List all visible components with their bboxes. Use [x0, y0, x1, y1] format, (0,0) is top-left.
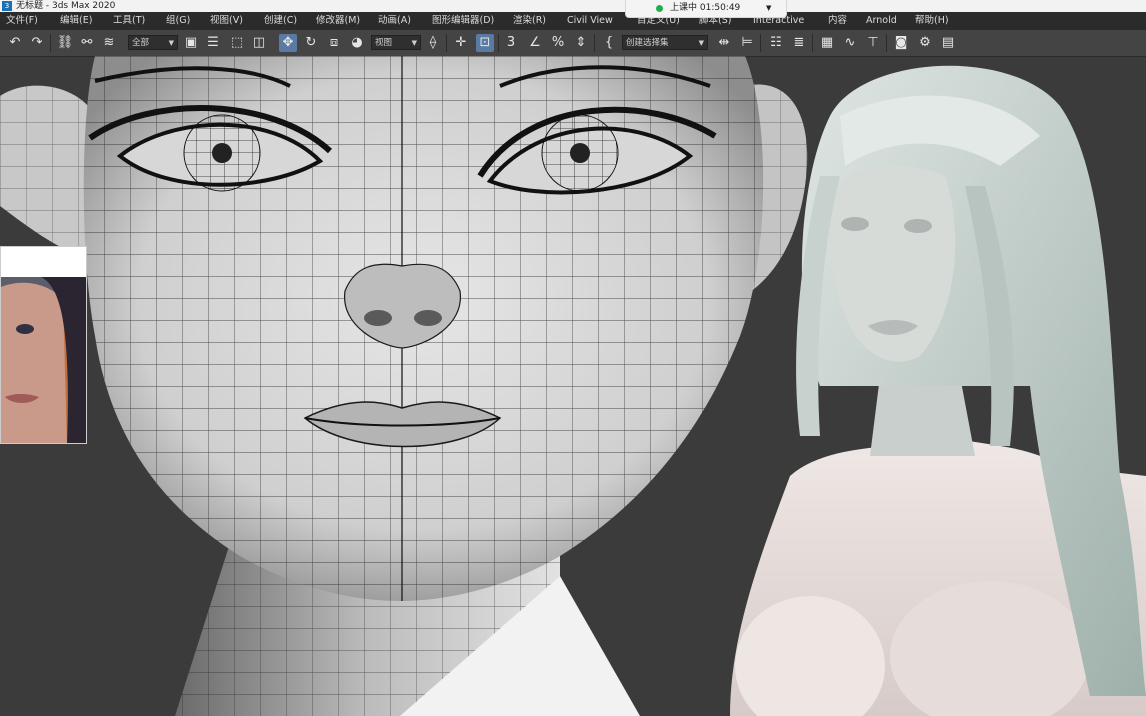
keyboard-shortcut-toggle-icon[interactable]: ⊡: [476, 34, 494, 52]
render-setup-icon[interactable]: ⚙: [916, 34, 934, 52]
reference-coordinate-value: 视图: [375, 38, 393, 48]
reference-portrait: [1, 247, 86, 443]
recording-dot-icon: [656, 5, 663, 12]
reference-image-overlay: [0, 246, 87, 444]
chevron-down-icon: ▼: [698, 39, 704, 47]
unlink-icon[interactable]: ⚯: [78, 34, 96, 52]
align-icon[interactable]: ⊨: [738, 34, 756, 52]
schematic-view-icon[interactable]: ⊤: [864, 34, 882, 52]
select-manipulate-icon[interactable]: ✛: [452, 34, 470, 52]
menu-help[interactable]: 帮助(H): [915, 12, 949, 30]
select-move-icon[interactable]: ✥: [279, 34, 297, 52]
material-editor-icon[interactable]: ◙: [892, 34, 910, 52]
select-rotate-icon[interactable]: ↻: [302, 34, 320, 52]
menu-group[interactable]: 组(G): [166, 12, 190, 30]
menu-create[interactable]: 创建(C): [264, 12, 297, 30]
link-icon[interactable]: ⛓: [56, 34, 74, 52]
menu-arnold[interactable]: Arnold: [866, 12, 897, 30]
curve-editor-icon[interactable]: ∿: [841, 34, 859, 52]
named-selection-set-value: 创建选择集: [626, 38, 669, 48]
select-by-name-icon[interactable]: ☰: [204, 34, 222, 52]
toolbar-separator: [50, 34, 51, 52]
snaps-toggle-icon[interactable]: 3: [502, 34, 520, 52]
angle-snap-icon[interactable]: ∠: [526, 34, 544, 52]
window-title-bar: 3 无标题 - 3ds Max 2020: [0, 0, 1146, 12]
3ds-max-icon: 3: [2, 1, 12, 11]
selection-placement-icon[interactable]: ◕: [348, 34, 366, 52]
menu-tools[interactable]: 工具(T): [113, 12, 145, 30]
window-title: 无标题 - 3ds Max 2020: [16, 1, 116, 11]
edit-named-selection-icon[interactable]: {: [600, 34, 618, 52]
recording-status-pill[interactable]: 上课中 01:50:49 ▼: [625, 0, 787, 18]
toolbar-separator: [594, 34, 595, 52]
menu-content[interactable]: 内容: [828, 12, 847, 30]
snap-mode-label: 3: [506, 35, 516, 50]
toolbar-separator: [498, 34, 499, 52]
menu-modifiers[interactable]: 修改器(M): [316, 12, 360, 30]
spinner-snap-icon[interactable]: ⇕: [572, 34, 590, 52]
menu-rendering[interactable]: 渲染(R): [513, 12, 546, 30]
menu-edit[interactable]: 编辑(E): [60, 12, 92, 30]
scene-explorer-icon[interactable]: ☷: [767, 34, 785, 52]
toolbar-separator: [760, 34, 761, 52]
reference-coordinate-dropdown[interactable]: 视图 ▼: [371, 35, 421, 50]
menu-civil-view[interactable]: Civil View: [567, 12, 613, 30]
bind-space-warp-icon[interactable]: ≋: [100, 34, 118, 52]
selection-filter-value: 全部: [132, 38, 150, 48]
redo-icon[interactable]: ↷: [28, 34, 46, 52]
chevron-down-icon: ▼: [411, 39, 417, 47]
undo-icon[interactable]: ↶: [6, 34, 24, 52]
selection-filter-dropdown[interactable]: 全部 ▼: [128, 35, 178, 50]
perspective-viewport[interactable]: [0, 56, 1146, 716]
recording-status-text: 上课中 01:50:49: [670, 3, 741, 13]
main-toolbar: ↶ ↷ ⛓ ⚯ ≋ 全部 ▼ ▣ ☰ ⬚ ◫ ✥ ↻ ⧈ ◕ 视图 ▼ ⟠ ✛ …: [0, 30, 1146, 57]
menu-bar: 文件(F) 编辑(E) 工具(T) 组(G) 视图(V) 创建(C) 修改器(M…: [0, 12, 1146, 30]
use-pivot-center-icon[interactable]: ⟠: [424, 34, 442, 52]
named-selection-set-dropdown[interactable]: 创建选择集 ▼: [622, 35, 708, 50]
mirror-icon[interactable]: ⇹: [715, 34, 733, 52]
ribbon-icon[interactable]: ▦: [818, 34, 836, 52]
chevron-down-icon[interactable]: ▼: [766, 0, 771, 17]
toolbar-separator: [886, 34, 887, 52]
select-object-icon[interactable]: ▣: [182, 34, 200, 52]
menu-graph-editors[interactable]: 图形编辑器(D): [432, 12, 494, 30]
percent-snap-icon[interactable]: %: [549, 34, 567, 52]
menu-animation[interactable]: 动画(A): [378, 12, 411, 30]
menu-file[interactable]: 文件(F): [6, 12, 38, 30]
rectangular-selection-icon[interactable]: ⬚: [228, 34, 246, 52]
viewport-canvas[interactable]: [0, 56, 1146, 716]
layer-explorer-icon[interactable]: ≣: [790, 34, 808, 52]
toolbar-separator: [812, 34, 813, 52]
render-frame-icon[interactable]: ▤: [939, 34, 957, 52]
window-crossing-icon[interactable]: ◫: [250, 34, 268, 52]
menu-views[interactable]: 视图(V): [210, 12, 243, 30]
chevron-down-icon: ▼: [168, 39, 174, 47]
toolbar-separator: [446, 34, 447, 52]
select-scale-icon[interactable]: ⧈: [325, 34, 343, 52]
